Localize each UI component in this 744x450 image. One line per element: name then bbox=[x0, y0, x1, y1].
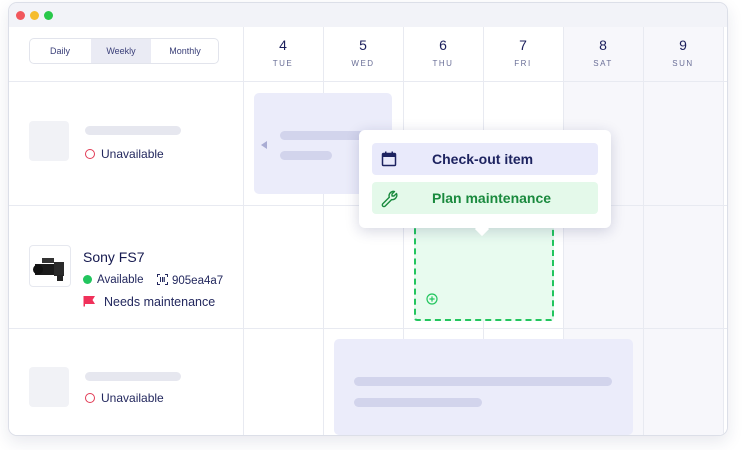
item-name-placeholder bbox=[85, 126, 181, 135]
day-name: TUE bbox=[272, 59, 294, 68]
plan-maintenance-option[interactable]: Plan maintenance bbox=[372, 182, 598, 214]
booking-block[interactable] bbox=[334, 339, 633, 435]
day-column-header: 6 THU bbox=[403, 27, 483, 81]
day-number: 6 bbox=[439, 37, 447, 53]
item-code: 905ea4a7 bbox=[157, 274, 223, 287]
day-number: 5 bbox=[359, 37, 367, 53]
available-dot-icon bbox=[83, 275, 92, 284]
day-name: SAT bbox=[593, 59, 613, 68]
minimize-window-button[interactable] bbox=[30, 11, 39, 20]
day-column-header: 8 SAT bbox=[563, 27, 643, 81]
day-column-header: 4 TUE bbox=[243, 27, 323, 81]
wrench-icon bbox=[381, 190, 398, 208]
availability-status: Available bbox=[83, 274, 143, 286]
app-window: Daily Weekly Monthly 4 TUE 5 WED 6 THU 7… bbox=[8, 2, 728, 436]
calendar-grid: Daily Weekly Monthly 4 TUE 5 WED 6 THU 7… bbox=[9, 27, 727, 435]
item-name-placeholder bbox=[85, 372, 181, 381]
item-thumbnail-placeholder bbox=[29, 367, 69, 407]
maximize-window-button[interactable] bbox=[44, 11, 53, 20]
day-number: 4 bbox=[279, 37, 287, 53]
view-daily-button[interactable]: Daily bbox=[30, 39, 90, 63]
day-column-header: 9 SUN bbox=[643, 27, 723, 81]
camera-icon bbox=[33, 258, 64, 281]
day-column-header: 7 FRI bbox=[483, 27, 563, 81]
status-unavailable: Unavailable bbox=[85, 147, 164, 161]
check-out-item-option[interactable]: Check-out item bbox=[372, 143, 598, 175]
day-number: 7 bbox=[519, 37, 527, 53]
view-weekly-button[interactable]: Weekly bbox=[91, 39, 151, 63]
arrow-left-icon bbox=[261, 141, 267, 149]
maintenance-drop-zone[interactable] bbox=[414, 223, 554, 321]
camera-thumbnail bbox=[29, 245, 71, 287]
day-number: 8 bbox=[599, 37, 607, 53]
day-name: WED bbox=[351, 59, 375, 68]
status-unavailable: Unavailable bbox=[85, 391, 164, 405]
view-switcher: Daily Weekly Monthly bbox=[29, 38, 219, 64]
item-name[interactable]: Sony FS7 bbox=[83, 249, 144, 265]
title-bar bbox=[9, 3, 727, 27]
day-column-header: 5 WED bbox=[323, 27, 403, 81]
view-monthly-button[interactable]: Monthly bbox=[152, 39, 218, 63]
day-name: FRI bbox=[514, 59, 532, 68]
close-window-button[interactable] bbox=[16, 11, 25, 20]
add-icon[interactable] bbox=[426, 293, 438, 305]
unavailable-ring-icon bbox=[85, 149, 95, 159]
day-number: 9 bbox=[679, 37, 687, 53]
barcode-icon bbox=[157, 274, 168, 285]
unavailable-ring-icon bbox=[85, 393, 95, 403]
action-popover: Check-out item Plan maintenance bbox=[359, 130, 611, 237]
calendar-icon bbox=[381, 151, 397, 167]
item-thumbnail-placeholder bbox=[29, 121, 69, 161]
day-name: THU bbox=[432, 59, 454, 68]
maintenance-flag: Needs maintenance bbox=[83, 295, 215, 309]
flag-icon bbox=[83, 296, 95, 307]
day-name: SUN bbox=[672, 59, 694, 68]
